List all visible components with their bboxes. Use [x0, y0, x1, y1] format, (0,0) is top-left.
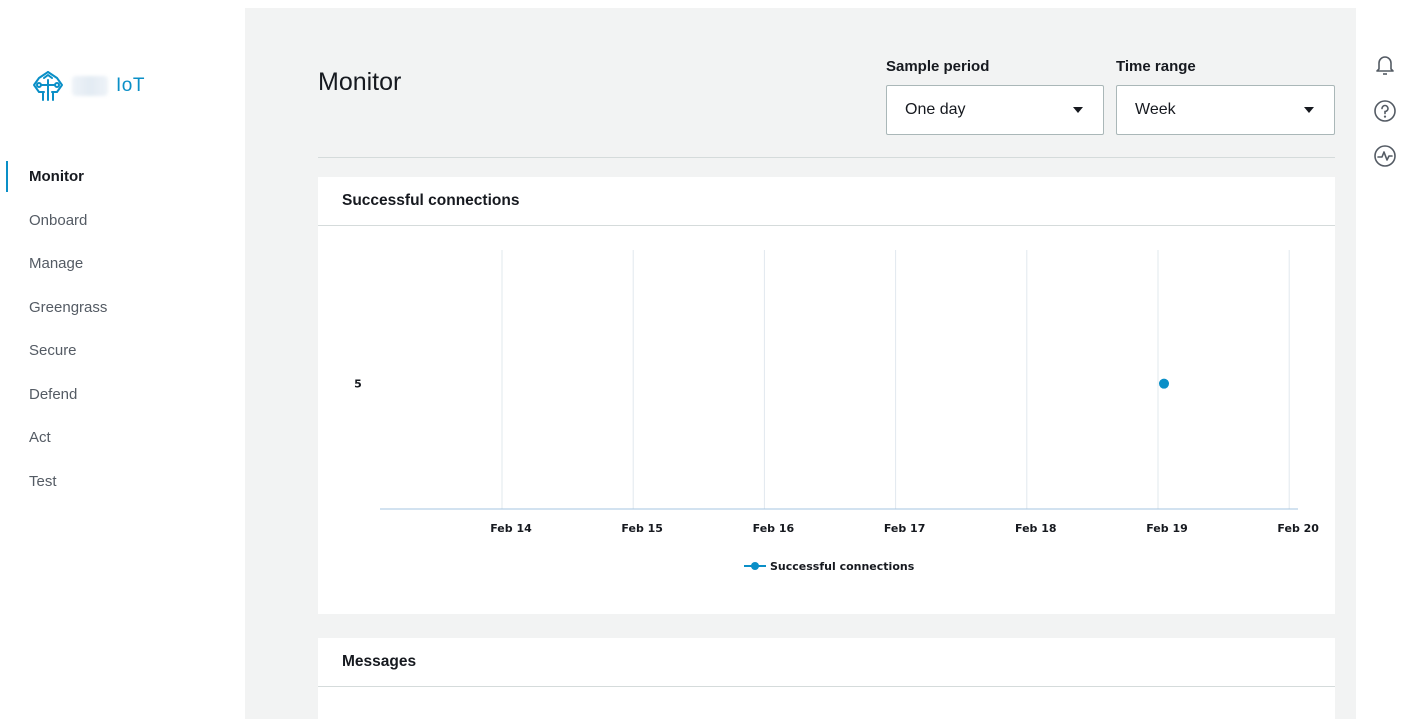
x-tick-label: Feb 19 [1146, 522, 1188, 535]
time-range-value: Week [1135, 101, 1176, 118]
page-title: Monitor [318, 68, 402, 96]
chevron-down-icon [1304, 107, 1314, 113]
x-tick-label: Feb 20 [1277, 522, 1319, 535]
messages-panel-title: Messages [318, 638, 1335, 687]
sample-period-value: One day [905, 101, 966, 118]
main-nav: Monitor Onboard Manage Greengrass Secure Defe… [0, 155, 245, 503]
connections-chart: Feb 14 Feb 15 Feb 16 Feb 17 Feb 18 Feb 19 Feb … [354, 250, 1319, 573]
sidebar-item-monitor[interactable]: Monitor [0, 155, 245, 199]
x-tick-label: Feb 16 [753, 522, 795, 535]
sidebar-item-secure[interactable]: Secure [0, 329, 245, 373]
legend-marker [751, 562, 759, 570]
sidebar-item-manage[interactable]: Manage [0, 242, 245, 286]
legend-label: Successful connections [770, 560, 915, 573]
brand-redacted [72, 76, 108, 96]
iot-logo-icon [30, 68, 66, 104]
connections-panel-title: Successful connections [318, 177, 1335, 226]
time-range-select[interactable]: Week [1116, 85, 1335, 135]
pulse-icon[interactable] [1372, 143, 1398, 169]
sidebar-item-act[interactable]: Act [0, 416, 245, 460]
chevron-down-icon [1073, 107, 1083, 113]
main-content: Monitor Sample period One day Time range… [245, 8, 1356, 719]
sample-period-select[interactable]: One day [886, 85, 1104, 135]
brand-name: IoT [116, 75, 145, 96]
x-tick-label: Feb 18 [1015, 522, 1057, 535]
sidebar-item-greengrass[interactable]: Greengrass [0, 286, 245, 330]
y-tick-label: 5 [354, 378, 362, 391]
x-tick-label: Feb 15 [621, 522, 663, 535]
sidebar-item-defend[interactable]: Defend [0, 373, 245, 417]
x-tick-label: Feb 17 [884, 522, 926, 535]
sample-period-label: Sample period [886, 58, 990, 75]
sidebar-item-test[interactable]: Test [0, 460, 245, 504]
connections-panel: Successful connections Feb 14 Feb 15 Feb 1… [318, 177, 1335, 614]
data-point [1159, 378, 1169, 389]
time-range-label: Time range [1116, 58, 1196, 75]
help-icon[interactable] [1372, 98, 1398, 124]
bell-icon[interactable] [1372, 52, 1398, 78]
sidebar: IoT Monitor Onboard Manage Greengrass Secure… [0, 0, 245, 719]
header-divider [318, 157, 1335, 158]
messages-panel: Messages [318, 638, 1335, 719]
x-tick-label: Feb 14 [490, 522, 532, 535]
brand[interactable]: IoT [30, 68, 145, 104]
sidebar-item-onboard[interactable]: Onboard [0, 199, 245, 243]
